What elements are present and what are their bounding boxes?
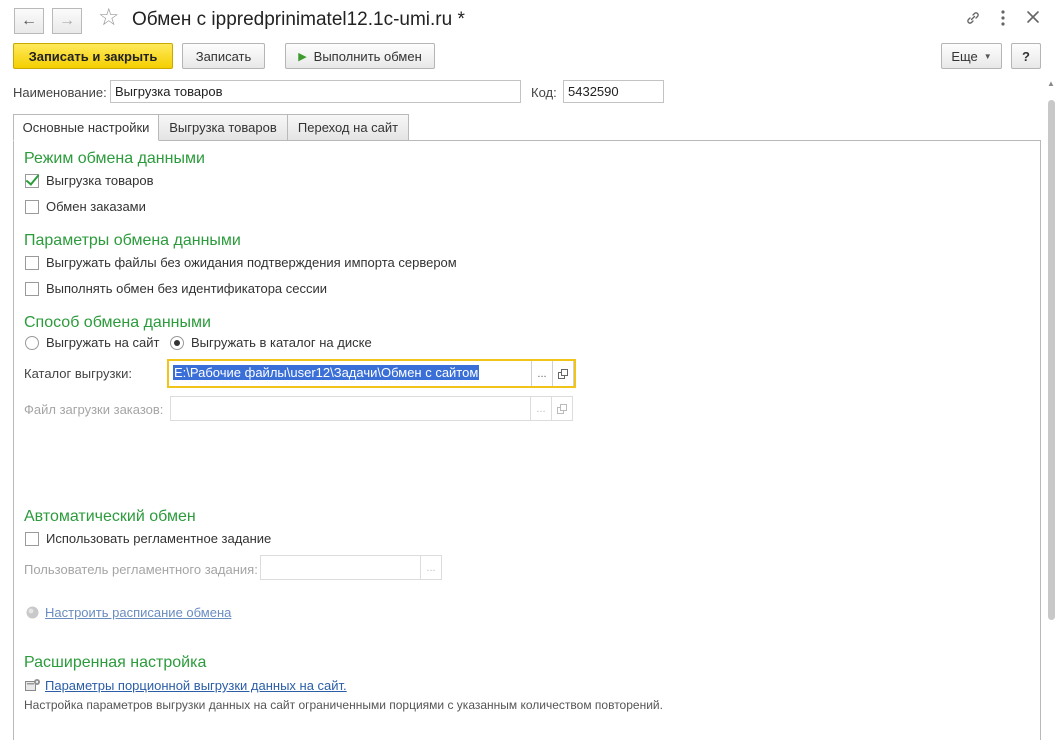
scheduled-user-field: ...: [260, 555, 442, 580]
save-button[interactable]: Записать: [182, 43, 265, 69]
save-label: Записать: [195, 48, 252, 64]
section-title-auto: Автоматический обмен: [24, 508, 196, 525]
more-label: Еще: [951, 48, 978, 64]
batch-export-link[interactable]: Параметры порционной выгрузки данных на …: [45, 678, 347, 693]
radio-button-off[interactable]: [25, 335, 39, 350]
scheduled-user-input: [260, 555, 421, 580]
window-title: Обмен с ippredprinimatel12.1c-umi.ru *: [132, 9, 465, 30]
help-button[interactable]: ?: [1011, 43, 1041, 69]
batch-export-note: Настройка параметров выгрузки данных на …: [24, 698, 663, 712]
checkbox-unchecked[interactable]: [25, 255, 39, 270]
section-title-mode: Режим обмена данными: [24, 150, 205, 167]
ellipsis-icon[interactable]: ...: [532, 361, 553, 386]
checkbox-label: Выгрузка товаров: [46, 173, 154, 188]
checkbox-unchecked[interactable]: [25, 531, 39, 546]
radio-upload-to-site[interactable]: Выгружать на сайт: [25, 335, 159, 350]
tab-label: Переход на сайт: [297, 120, 399, 135]
checkbox-use-scheduled-job[interactable]: Использовать регламентное задание: [25, 531, 271, 546]
checkbox-checked[interactable]: [25, 173, 39, 188]
catalog-label: Каталог выгрузки:: [24, 366, 132, 381]
save-and-close-label: Записать и закрыть: [28, 48, 158, 64]
checkbox-no-wait-confirm[interactable]: Выгружать файлы без ожидания подтвержден…: [25, 255, 457, 270]
tab-label: Выгрузка товаров: [169, 120, 277, 135]
tab-go-to-site[interactable]: Переход на сайт: [287, 114, 409, 141]
kebab-menu-icon[interactable]: [1000, 9, 1006, 31]
close-icon[interactable]: [1026, 10, 1040, 28]
settings-icon: [25, 678, 41, 695]
star-icon[interactable]: ☆: [98, 6, 120, 30]
arrow-left-icon: ←: [21, 12, 37, 29]
scroll-up-icon[interactable]: ▲: [1047, 80, 1056, 89]
checkbox-label: Обмен заказами: [46, 199, 146, 214]
catalog-input[interactable]: E:\Рабочие файлы\user12\Задачи\Обмен с с…: [169, 361, 532, 386]
ellipsis-icon: ...: [531, 396, 552, 421]
save-and-close-button[interactable]: Записать и закрыть: [13, 43, 173, 69]
more-button[interactable]: Еще ▼: [941, 43, 1002, 69]
tab-main-settings[interactable]: Основные настройки: [13, 114, 159, 141]
schedule-link[interactable]: Настроить расписание обмена: [45, 605, 231, 620]
forward-button[interactable]: →: [52, 8, 82, 34]
radio-upload-to-disk[interactable]: Выгружать в каталог на диске: [170, 335, 372, 350]
section-title-advanced: Расширенная настройка: [24, 654, 207, 671]
scheduled-user-label: Пользователь регламентного задания:: [24, 562, 258, 577]
checkbox-label: Выгружать файлы без ожидания подтвержден…: [46, 255, 457, 270]
run-exchange-label: Выполнить обмен: [313, 48, 422, 64]
ellipsis-icon: ...: [421, 555, 442, 580]
checkbox-no-session-id[interactable]: Выполнять обмен без идентификатора сесси…: [25, 281, 327, 296]
orders-file-label: Файл загрузки заказов:: [24, 402, 164, 417]
radio-button-on[interactable]: [170, 335, 184, 350]
name-label: Наименование:: [13, 85, 107, 100]
checkbox-order-exchange[interactable]: Обмен заказами: [25, 199, 146, 214]
checkbox-unchecked[interactable]: [25, 199, 39, 214]
help-label: ?: [1022, 48, 1030, 64]
catalog-field[interactable]: E:\Рабочие файлы\user12\Задачи\Обмен с с…: [167, 359, 576, 388]
checkbox-label: Выполнять обмен без идентификатора сесси…: [46, 281, 328, 296]
radio-label: Выгружать в каталог на диске: [191, 335, 372, 350]
tab-goods-export[interactable]: Выгрузка товаров: [158, 114, 288, 141]
run-exchange-button[interactable]: ▶ Выполнить обмен: [285, 43, 435, 69]
section-title-method: Способ обмена данными: [24, 314, 211, 331]
checkbox-goods-export[interactable]: Выгрузка товаров: [25, 173, 154, 188]
link-icon[interactable]: [965, 10, 981, 30]
checkbox-label: Использовать регламентное задание: [46, 531, 272, 546]
back-button[interactable]: ←: [14, 8, 44, 34]
code-field[interactable]: 5432590: [563, 80, 664, 103]
code-label: Код:: [531, 85, 557, 100]
orders-file-input: [170, 396, 531, 421]
chevron-down-icon: ▼: [983, 51, 992, 61]
tab-panel: [13, 140, 1041, 740]
section-title-params: Параметры обмена данными: [24, 232, 241, 249]
play-icon: ▶: [298, 50, 307, 63]
checkbox-unchecked[interactable]: [25, 281, 39, 296]
catalog-value: E:\Рабочие файлы\user12\Задачи\Обмен с с…: [173, 365, 480, 380]
tab-label: Основные настройки: [22, 120, 150, 135]
scrollbar-thumb[interactable]: [1048, 100, 1055, 620]
orders-file-field: ...: [170, 396, 573, 421]
radio-label: Выгружать на сайт: [46, 335, 160, 350]
schedule-icon: [26, 606, 39, 622]
open-window-icon: [552, 396, 573, 421]
open-window-icon[interactable]: [553, 361, 574, 386]
name-field[interactable]: Выгрузка товаров: [110, 80, 521, 103]
arrow-right-icon: →: [59, 12, 75, 29]
